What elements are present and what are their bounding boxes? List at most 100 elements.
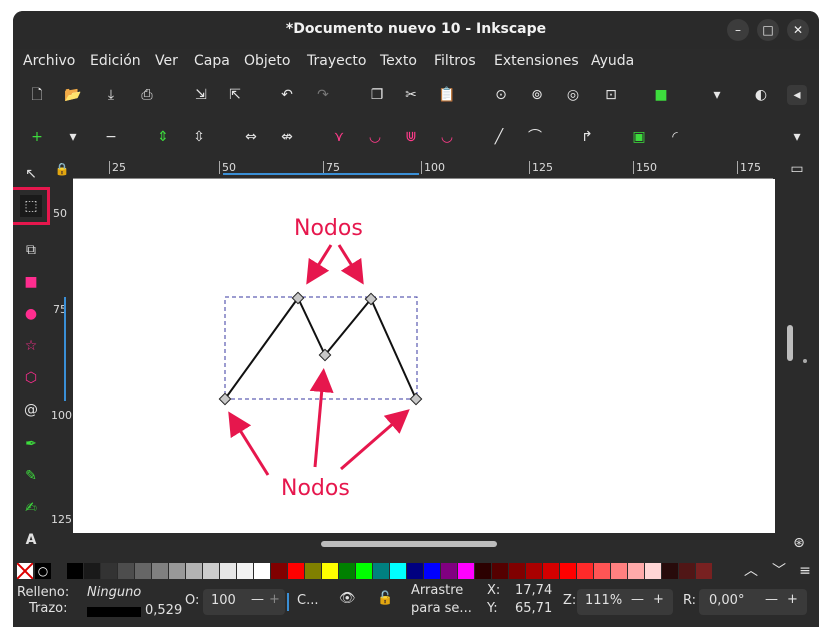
vertical-scrollbar-thumb[interactable] [787, 325, 793, 361]
color-swatch[interactable] [560, 563, 576, 579]
zoom-selection-icon[interactable]: ⊙ [491, 85, 511, 105]
ellipse-icon[interactable]: ● [20, 303, 42, 325]
break-path-icon[interactable]: ⇳ [189, 127, 209, 147]
menu-edicion[interactable]: Edición [90, 53, 141, 69]
minimize-button[interactable]: – [727, 19, 749, 41]
color-swatch[interactable] [441, 563, 457, 579]
open-icon[interactable]: 📂 [63, 85, 83, 105]
print-icon[interactable]: ⎙ [137, 85, 157, 105]
close-button[interactable]: ✕ [787, 19, 809, 41]
minus-icon[interactable]: — [631, 592, 644, 607]
color-swatch[interactable] [492, 563, 508, 579]
layer-selector[interactable]: C... [297, 593, 318, 608]
delete-segment-icon[interactable]: ⇎ [277, 127, 297, 147]
color-swatch[interactable] [135, 563, 151, 579]
color-swatch[interactable] [679, 563, 695, 579]
color-swatch[interactable] [220, 563, 236, 579]
new-document-icon[interactable]: 🗋 [27, 85, 47, 105]
path-effect-icon[interactable]: ◜ [665, 127, 685, 147]
color-swatch[interactable] [611, 563, 627, 579]
rectangle-icon[interactable]: ■ [20, 271, 42, 293]
color-swatch[interactable] [407, 563, 423, 579]
menu-ver[interactable]: Ver [155, 53, 178, 69]
color-swatch[interactable] [628, 563, 644, 579]
transform-icon[interactable]: ◐ [751, 85, 771, 105]
color-swatch[interactable] [424, 563, 440, 579]
menu-texto[interactable]: Texto [380, 53, 417, 69]
color-swatch[interactable] [662, 563, 678, 579]
chevron-down-icon[interactable]: ▾ [63, 127, 83, 147]
color-swatch[interactable] [543, 563, 559, 579]
join-segment-icon[interactable]: ⇔ [241, 127, 261, 147]
no-paint-swatch[interactable] [16, 562, 34, 580]
visibility-icon[interactable]: 👁 [339, 591, 356, 606]
zoom-spinbox[interactable]: 111% — + [577, 589, 673, 615]
color-swatch[interactable] [84, 563, 100, 579]
color-swatch[interactable] [288, 563, 304, 579]
cut-icon[interactable]: ✂ [401, 85, 421, 105]
color-swatch[interactable] [594, 563, 610, 579]
color-swatch[interactable] [339, 563, 355, 579]
chevron-left-icon[interactable]: ◂ [787, 85, 807, 105]
unset-paint-swatch[interactable]: ○ [35, 563, 51, 579]
stroke-swatch[interactable] [87, 607, 141, 617]
object-to-path-icon[interactable]: ↱ [577, 127, 597, 147]
color-swatch[interactable] [356, 563, 372, 579]
color-swatch[interactable] [152, 563, 168, 579]
color-swatch[interactable] [237, 563, 253, 579]
join-nodes-icon[interactable]: ⇕ [153, 127, 173, 147]
color-swatch[interactable] [322, 563, 338, 579]
color-swatch[interactable] [186, 563, 202, 579]
rotation-spinbox[interactable]: 0,00° — + [699, 589, 807, 615]
color-swatch[interactable] [101, 563, 117, 579]
minus-icon[interactable]: — [251, 592, 264, 607]
line-segment-icon[interactable]: ╱ [489, 127, 509, 147]
duplicate-icon[interactable]: ■ [651, 85, 671, 105]
menu-extensiones[interactable]: Extensiones [494, 53, 579, 69]
menu-capa[interactable]: Capa [194, 53, 230, 69]
zoom-value[interactable]: 111% [585, 593, 622, 608]
stroke-to-path-icon[interactable]: ▣ [629, 127, 649, 147]
zoom-drawing-icon[interactable]: ⊚ [527, 85, 547, 105]
node-tool-icon[interactable]: ⬚ [20, 195, 42, 217]
curve-segment-icon[interactable]: ⌒ [525, 127, 545, 147]
color-swatch[interactable] [373, 563, 389, 579]
auto-smooth-node-icon[interactable]: ◡ [437, 127, 457, 147]
menu-objeto[interactable]: Objeto [244, 53, 290, 69]
path-node[interactable] [409, 392, 423, 406]
spiral-icon[interactable]: @ [20, 399, 42, 421]
menu-ayuda[interactable]: Ayuda [591, 53, 634, 69]
star-icon[interactable]: ☆ [20, 335, 42, 357]
resize-handle[interactable] [803, 359, 807, 363]
color-swatch[interactable] [645, 563, 661, 579]
color-management-icon[interactable]: ⊛ [789, 533, 809, 553]
chevron-down-icon[interactable]: ▾ [787, 127, 807, 147]
undo-icon[interactable]: ↶ [277, 85, 297, 105]
maximize-button[interactable]: □ [757, 19, 779, 41]
delete-node-icon[interactable]: − [101, 127, 121, 147]
plus-icon[interactable]: + [787, 592, 798, 607]
lock-guides-icon[interactable]: 🔒 [51, 159, 73, 179]
rotation-value[interactable]: 0,00° [709, 593, 744, 608]
smooth-node-icon[interactable]: ◡ [365, 127, 385, 147]
plus-icon[interactable]: + [653, 592, 664, 607]
color-swatch[interactable] [475, 563, 491, 579]
cusp-node-icon[interactable]: ⋎ [329, 127, 349, 147]
opacity-spinbox[interactable]: 100 — + [203, 589, 285, 615]
zoom-page-icon[interactable]: ◎ [563, 85, 583, 105]
symmetric-node-icon[interactable]: ⋓ [401, 127, 421, 147]
plus-icon[interactable]: + [269, 592, 280, 607]
color-swatch[interactable] [169, 563, 185, 579]
color-swatch[interactable] [577, 563, 593, 579]
color-swatch[interactable] [254, 563, 270, 579]
stroke-width-value[interactable]: 0,529 [145, 603, 182, 618]
menu-filtros[interactable]: Filtros [434, 53, 476, 69]
lock-icon[interactable]: 🔓 [377, 591, 393, 606]
color-swatch[interactable] [305, 563, 321, 579]
color-swatch[interactable] [118, 563, 134, 579]
zoom-width-icon[interactable]: ⊡ [601, 85, 621, 105]
chevron-up-icon[interactable]: ︿ [741, 561, 761, 581]
paste-icon[interactable]: 📋 [437, 85, 457, 105]
menu-archivo[interactable]: Archivo [23, 53, 75, 69]
pencil-icon[interactable]: ✎ [20, 465, 42, 487]
